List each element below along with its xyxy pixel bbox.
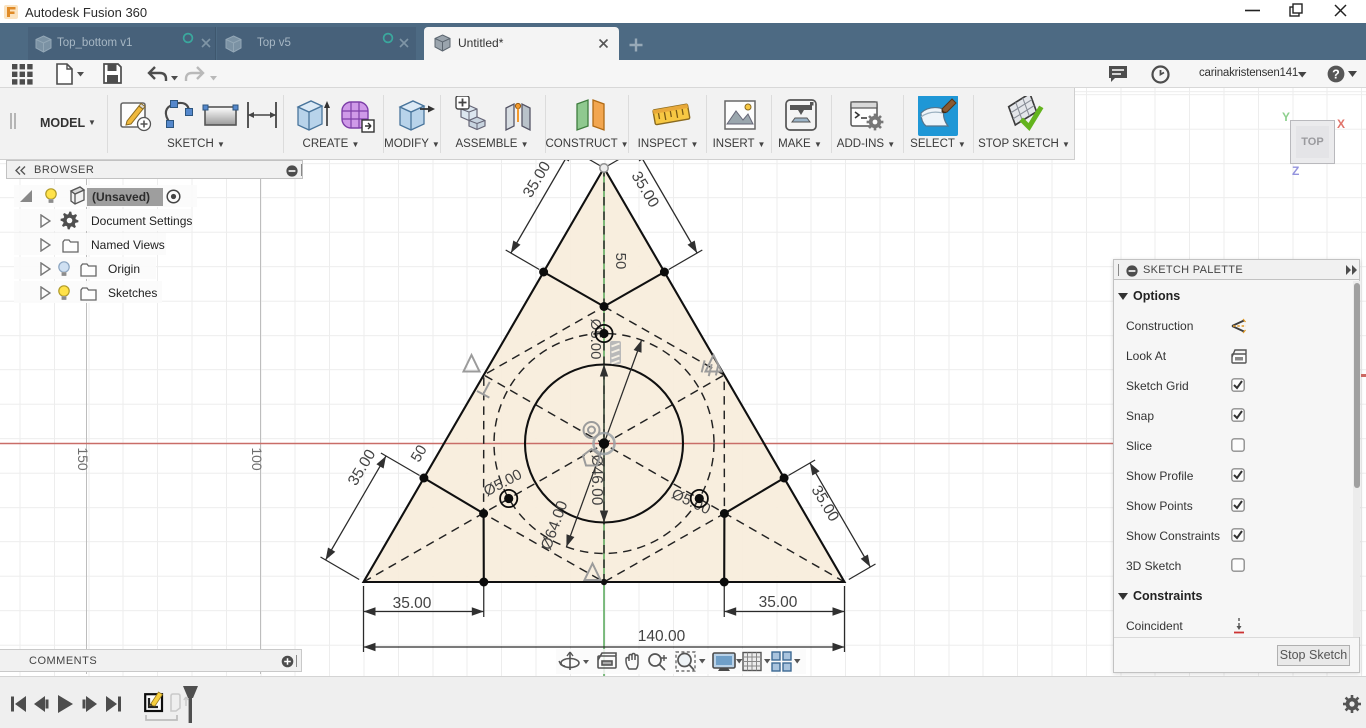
svg-text:35.00: 35.00 (808, 483, 843, 525)
svg-text:50: 50 (408, 442, 431, 465)
svg-text:100: 100 (249, 447, 265, 471)
svg-text:35.00: 35.00 (759, 594, 798, 611)
svg-text:35.00: 35.00 (628, 169, 663, 211)
svg-text:35.00: 35.00 (345, 446, 380, 488)
svg-text:50: 50 (612, 253, 629, 270)
svg-text:35.00: 35.00 (520, 158, 555, 200)
svg-text:140.00: 140.00 (638, 628, 686, 645)
svg-text:35.00: 35.00 (393, 595, 432, 612)
svg-text:150: 150 (75, 447, 91, 471)
svg-text:?: ? (1332, 67, 1340, 81)
